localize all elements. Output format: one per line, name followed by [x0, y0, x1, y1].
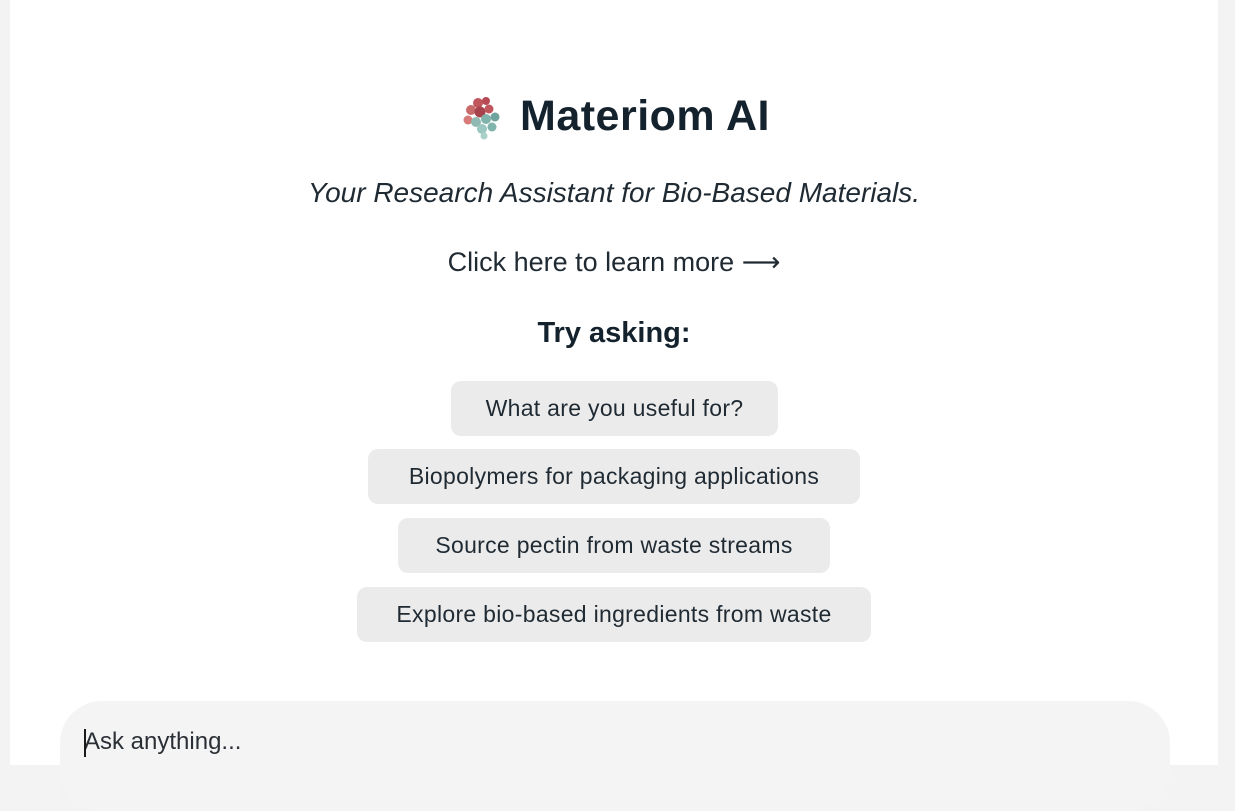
tagline: Your Research Assistant for Bio-Based Ma… [307, 177, 921, 208]
suggestion-button[interactable]: Biopolymers for packaging applications [368, 449, 860, 504]
try-asking-heading: Try asking: [537, 317, 691, 349]
brand-header: Materiom AI [10, 92, 1218, 141]
ask-input[interactable] [84, 725, 1084, 759]
chat-composer [60, 701, 1170, 811]
suggestion-button[interactable]: Explore bio-based ingredients from waste [357, 587, 871, 642]
molecule-cluster-logo-icon [463, 96, 500, 139]
learn-more-link[interactable]: Click here to learn more ⟶ [10, 247, 1218, 278]
text-caret [84, 729, 86, 757]
suggestion-button[interactable]: Source pectin from waste streams [398, 518, 830, 573]
suggestion-button[interactable]: What are you useful for? [451, 381, 778, 436]
app-panel: Materiom AI Your Research Assistant for … [10, 0, 1218, 811]
app-title: Materiom AI [520, 92, 770, 140]
